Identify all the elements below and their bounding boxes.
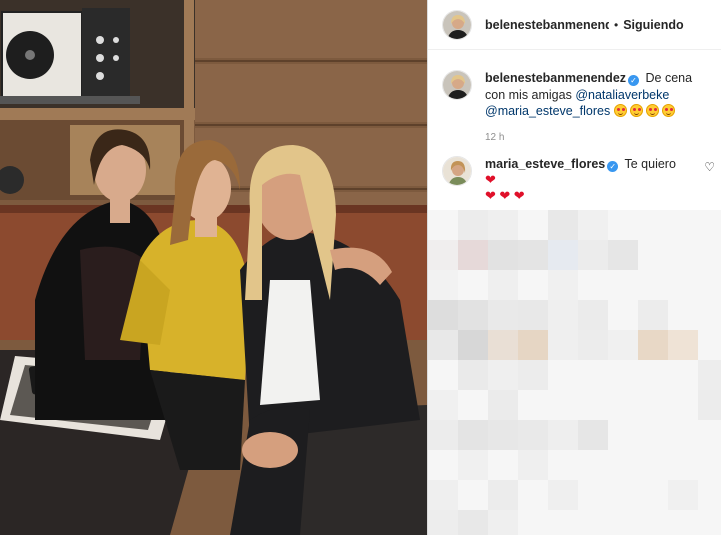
caption-author-avatar[interactable]: [442, 70, 472, 100]
red-heart-icon: ❤: [485, 172, 496, 187]
red-heart-icon: ❤: [485, 188, 496, 203]
post-photo[interactable]: [0, 0, 427, 535]
comment-item: maria_esteve_flores ✓ Te quiero ❤ ❤ ❤ ❤ ♡: [428, 146, 721, 204]
header-separator: •: [614, 17, 619, 32]
red-heart-icon: ❤: [513, 188, 525, 203]
pixelated-comments-region: [428, 210, 721, 535]
post-photo-image: [0, 0, 427, 535]
post-side-panel: belenestebanmenendez • Siguiendo belenes…: [427, 0, 721, 535]
caption-author-username[interactable]: belenestebanmenendez: [485, 71, 626, 85]
commenter-username[interactable]: maria_esteve_flores: [485, 157, 605, 171]
author-avatar[interactable]: [442, 9, 472, 40]
verified-badge-icon: ✓: [628, 75, 640, 86]
commenter-avatar[interactable]: [442, 156, 472, 186]
mention-maria-esteve-flores[interactable]: @maria_esteve_flores: [485, 104, 610, 118]
post-timestamp[interactable]: 12 h: [485, 130, 709, 147]
pixelated-mosaic: [428, 210, 721, 535]
post-caption: belenestebanmenendez ✓ De cena con mis am…: [428, 50, 721, 146]
commenter-verified-badge-icon: ✓: [607, 161, 619, 172]
red-heart-icon: ❤: [499, 188, 511, 203]
comment-body: maria_esteve_flores ✓ Te quiero ❤ ❤ ❤ ❤: [485, 156, 709, 204]
author-username[interactable]: belenestebanmenendez: [485, 18, 609, 32]
heart-eyes-emoji-icon: [613, 104, 678, 118]
following-button[interactable]: Siguiendo: [623, 18, 683, 32]
post-header: belenestebanmenendez • Siguiendo: [428, 0, 721, 50]
comment-text: Te quiero: [624, 157, 676, 171]
caption-body: belenestebanmenendez ✓ De cena con mis am…: [485, 70, 709, 146]
mention-nataliaverbeke[interactable]: @nataliaverbeke: [575, 88, 669, 102]
heart-outline-icon[interactable]: ♡: [704, 160, 715, 174]
